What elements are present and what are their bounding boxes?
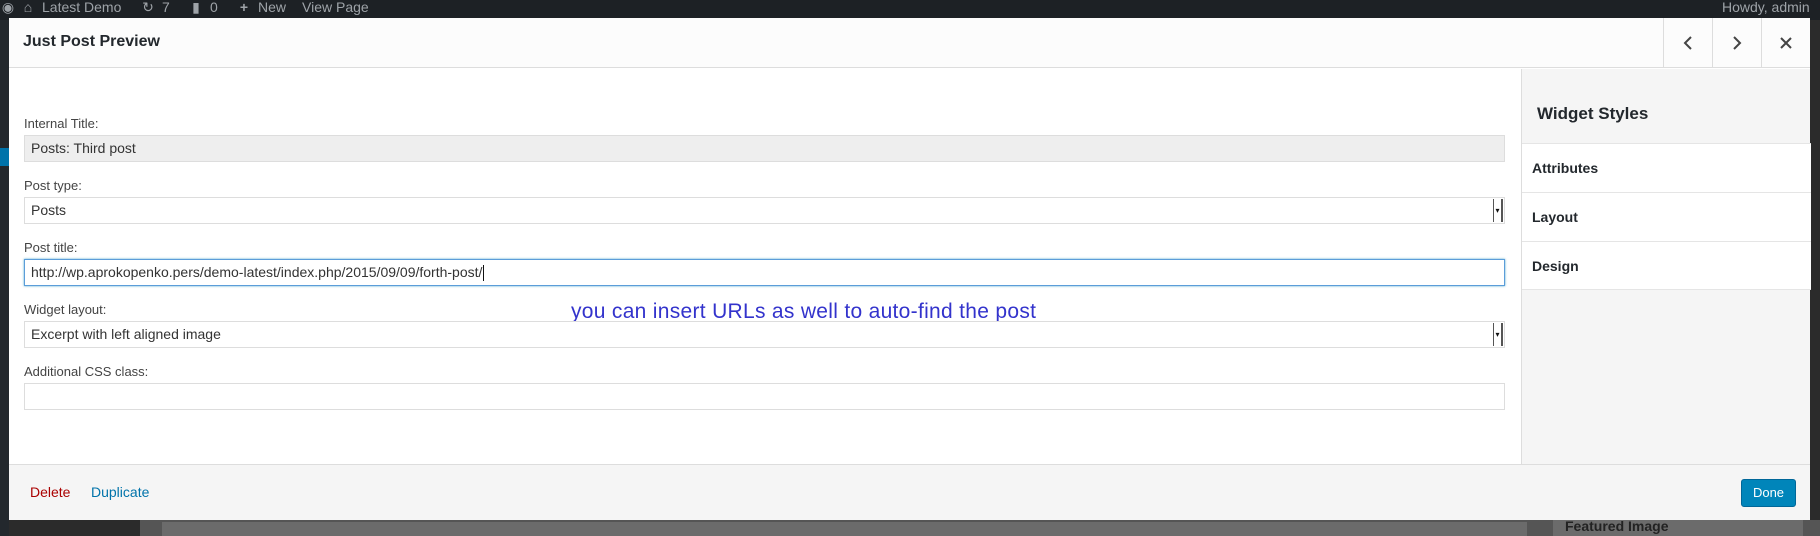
- post-type-label: Post type:: [24, 178, 82, 193]
- styles-section-layout[interactable]: Layout: [1522, 192, 1811, 241]
- widget-edit-modal: Just Post Preview Internal Title: Posts:…: [9, 18, 1811, 520]
- dropdown-arrow-icon: ▾: [1493, 323, 1503, 346]
- close-icon: [1780, 36, 1792, 49]
- admin-menu: [0, 20, 9, 536]
- comment-icon: ▮: [192, 0, 200, 15]
- close-button[interactable]: [1761, 18, 1810, 67]
- post-title-label: Post title:: [24, 240, 78, 255]
- css-class-input[interactable]: [24, 383, 1505, 410]
- duplicate-link[interactable]: Duplicate: [91, 484, 149, 500]
- my-account-link[interactable]: Howdy, admin: [1722, 0, 1810, 14]
- updates-link[interactable]: ↻ 7: [140, 0, 170, 14]
- site-name-link[interactable]: ⌂ Latest Demo: [20, 0, 122, 15]
- admin-menu-item-active[interactable]: [0, 148, 9, 166]
- widget-styles-sidebar: Widget Styles Attributes Layout Design: [1521, 69, 1811, 464]
- delete-link[interactable]: Delete: [30, 484, 70, 500]
- refresh-icon: ↻: [142, 0, 154, 15]
- admin-bar: ◉ ⌂ Latest Demo ↻ 7 ▮ 0 + New View Page …: [0, 0, 1820, 20]
- styles-section-attributes[interactable]: Attributes: [1522, 143, 1811, 192]
- view-page-link[interactable]: View Page: [302, 0, 369, 14]
- modal-body: Internal Title: Posts: Third post Post t…: [9, 69, 1521, 464]
- wp-logo-icon[interactable]: ◉: [0, 0, 16, 14]
- styles-section-design[interactable]: Design: [1522, 241, 1811, 290]
- widget-layout-select[interactable]: Excerpt with left aligned image ▾: [24, 321, 1505, 348]
- comments-link[interactable]: ▮ 0: [188, 0, 218, 14]
- new-content-link[interactable]: + New: [236, 0, 286, 14]
- modal-header: Just Post Preview: [9, 18, 1810, 68]
- previous-button[interactable]: [1663, 18, 1712, 67]
- chevron-right-icon: [1733, 35, 1742, 50]
- modal-footer: Delete Duplicate Done: [9, 464, 1810, 520]
- dropdown-arrow-icon: ▾: [1493, 199, 1503, 222]
- admin-menu-item[interactable]: [0, 42, 9, 60]
- widget-layout-label: Widget layout:: [24, 302, 107, 317]
- done-button[interactable]: Done: [1741, 479, 1796, 507]
- internal-title-field: Posts: Third post: [24, 135, 1505, 162]
- chevron-left-icon: [1683, 35, 1692, 50]
- plus-icon: +: [239, 0, 249, 15]
- css-class-label: Additional CSS class:: [24, 364, 149, 379]
- next-button[interactable]: [1712, 18, 1761, 67]
- background-page: Featured Image: [140, 517, 1820, 536]
- post-type-select[interactable]: Posts ▾: [24, 197, 1505, 224]
- home-icon: ⌂: [23, 0, 33, 15]
- post-title-input[interactable]: http://wp.aprokopenko.pers/demo-latest/i…: [24, 259, 1505, 286]
- modal-title: Just Post Preview: [23, 33, 160, 50]
- internal-title-label: Internal Title:: [24, 116, 99, 131]
- widget-styles-title: Widget Styles: [1537, 104, 1649, 123]
